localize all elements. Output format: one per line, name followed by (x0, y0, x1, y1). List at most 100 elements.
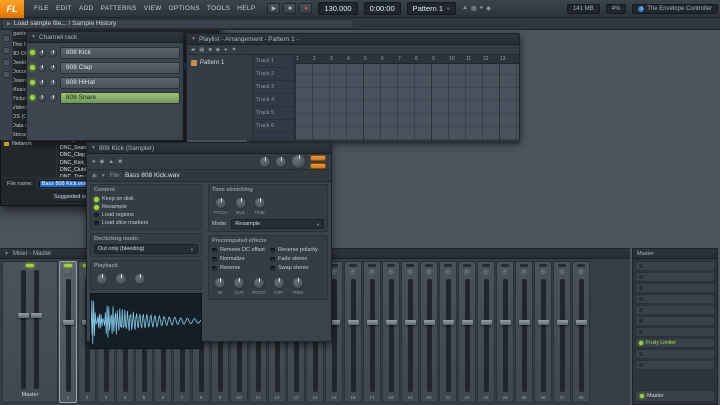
mixer-insert-strip[interactable]: 19 (401, 261, 419, 403)
reload-sample-icon[interactable]: ▼ (101, 173, 106, 179)
tab-sample-icon[interactable]: ● (92, 159, 96, 165)
rack-output-routing[interactable]: Master (635, 390, 715, 402)
fx-slot-enable-led[interactable] (639, 363, 643, 367)
tab-misc-icon[interactable]: ▲ (108, 159, 114, 165)
playback-length-knob[interactable] (115, 273, 127, 285)
precomputed-option[interactable]: Normalize (212, 255, 266, 263)
playlist-grid[interactable] (295, 64, 519, 140)
mixer-insert-strip[interactable]: 21 (439, 261, 457, 403)
playlist-toggle-icon[interactable] (2, 47, 10, 54)
window-menu-icon[interactable]: ▼ (4, 251, 9, 257)
strip-mute-led[interactable] (501, 264, 509, 267)
strip-pan-knob[interactable] (482, 269, 490, 276)
metronome-icon[interactable]: ▲ (462, 5, 468, 12)
piano-roll-toggle-icon[interactable] (2, 59, 10, 66)
mixer-master-strip[interactable]: Master (2, 261, 58, 403)
mixer-insert-strip[interactable]: 17 (363, 261, 381, 403)
fl-logo[interactable]: FL (0, 0, 24, 18)
fx-slot-enable-led[interactable] (639, 275, 643, 279)
fx-slot[interactable] (635, 305, 715, 315)
precomputed-option[interactable]: Fade stereo (270, 255, 324, 263)
option-led[interactable] (94, 220, 99, 226)
content-option[interactable]: Load regions (94, 211, 198, 219)
mixer-insert-strip[interactable]: 20 (420, 261, 438, 403)
window-menu-icon[interactable]: ▼ (191, 36, 196, 42)
channel-volume-knob[interactable] (49, 78, 57, 87)
master-fader-right[interactable] (31, 270, 42, 389)
keep-focus-button[interactable] (310, 162, 326, 169)
channel-row[interactable]: 808 HiHat (30, 76, 180, 89)
strip-mute-led[interactable] (577, 264, 585, 267)
playback-speed-knob[interactable] (134, 273, 146, 285)
option-led[interactable] (212, 256, 217, 262)
strip-pan-knob[interactable] (463, 269, 471, 276)
strip-volume-fader[interactable] (347, 279, 359, 392)
strip-volume-fader[interactable] (328, 279, 340, 392)
mixer-insert-strip[interactable]: 23 (477, 261, 495, 403)
strip-pan-knob[interactable] (64, 269, 72, 276)
strip-mute-led[interactable] (425, 264, 433, 267)
strip-mute-led[interactable] (482, 264, 490, 267)
menu-item[interactable]: HELP (237, 5, 255, 12)
strip-volume-fader[interactable] (442, 279, 454, 392)
fx-slot-enable-led[interactable] (639, 308, 643, 312)
strip-volume-fader[interactable] (385, 279, 397, 392)
strip-volume-fader[interactable] (556, 279, 568, 392)
channel-button[interactable]: 808 HiHat (60, 76, 180, 89)
playlist-titlebar[interactable]: ▼ Playlist - Arrangement - Pattern 1 - (187, 34, 519, 45)
strip-mute-led[interactable] (64, 264, 72, 267)
strip-mute-led[interactable] (444, 264, 452, 267)
mixer-insert-strip[interactable]: 22 (458, 261, 476, 403)
strip-pan-knob[interactable] (501, 269, 509, 276)
content-option[interactable]: Load slice markers (94, 219, 198, 227)
channel-row[interactable]: 808 Clap (30, 61, 180, 74)
fx-slot[interactable] (635, 327, 715, 337)
menu-item[interactable]: ADD (79, 5, 94, 12)
fx-slot[interactable] (635, 294, 715, 304)
strip-mute-led[interactable] (406, 264, 414, 267)
strip-volume-fader[interactable] (423, 279, 435, 392)
slice-tool-icon[interactable]: ◆ (216, 47, 220, 53)
track-header[interactable]: Track 2 (253, 68, 294, 81)
strip-pan-knob[interactable] (425, 269, 433, 276)
strip-volume-fader[interactable] (461, 279, 473, 392)
precomputed-option[interactable]: Remove DC offset (212, 246, 266, 254)
option-led[interactable] (270, 256, 275, 262)
option-led[interactable] (212, 247, 217, 253)
strip-mute-led[interactable] (558, 264, 566, 267)
precomputed-knob[interactable] (214, 277, 226, 289)
precomputed-knob[interactable] (252, 277, 265, 289)
overdub-icon[interactable]: ◆ (486, 5, 491, 12)
menu-item[interactable]: VIEW (144, 5, 162, 12)
playlist-timeline[interactable]: 1 2 3 4 5 6 7 8 9 10 11 12 13 (295, 55, 519, 64)
content-option[interactable]: Keep on disk (94, 195, 198, 203)
mixer-insert-strip[interactable]: 26 (534, 261, 552, 403)
stretch-mode-dropdown[interactable]: Resample ▼ (231, 219, 324, 229)
zoom-tool-icon[interactable]: ● (224, 47, 227, 53)
strip-volume-fader[interactable] (499, 279, 511, 392)
option-led[interactable] (94, 196, 99, 202)
option-led[interactable] (270, 265, 275, 271)
menu-item[interactable]: TOOLS (207, 5, 230, 12)
precomputed-knob[interactable] (291, 277, 304, 289)
fx-slot[interactable] (635, 360, 715, 370)
fx-slot-enable-led[interactable] (639, 341, 643, 345)
strip-pan-knob[interactable] (539, 269, 547, 276)
precomputed-knob[interactable] (272, 277, 285, 289)
strip-mute-led[interactable] (349, 264, 357, 267)
strip-pan-knob[interactable] (406, 269, 414, 276)
channel-pan-knob[interactable] (38, 78, 46, 87)
precomputed-option[interactable]: Swap stereo (270, 264, 324, 272)
channel-row[interactable]: 808 Snare (30, 91, 180, 104)
tab-envelope-icon[interactable]: ◆ (100, 158, 105, 165)
strip-pan-knob[interactable] (349, 269, 357, 276)
fx-slot[interactable]: Fruity Limiter (635, 338, 715, 348)
strip-pan-knob[interactable] (368, 269, 376, 276)
strip-pan-knob[interactable] (387, 269, 395, 276)
channel-volume-knob[interactable] (49, 93, 57, 102)
mixer-insert-strip[interactable]: 18 (382, 261, 400, 403)
picker-pattern-item[interactable]: Pattern 1 (189, 58, 250, 68)
fx-slot[interactable] (635, 261, 715, 271)
fx-slot[interactable] (635, 283, 715, 293)
sampler-titlebar[interactable]: ▼ 808 Kick (Sampler) (87, 143, 331, 154)
